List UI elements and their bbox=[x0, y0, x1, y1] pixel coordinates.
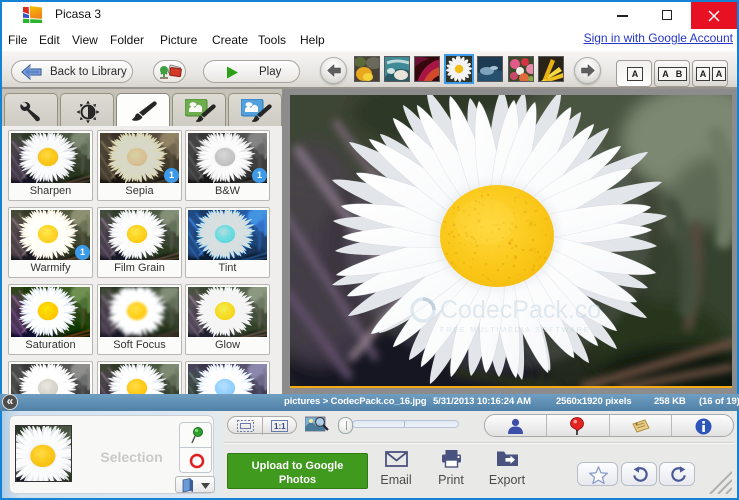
svg-text:1:1: 1:1 bbox=[274, 422, 286, 431]
svg-text:CodecPack.co: CodecPack.co bbox=[440, 296, 601, 324]
svg-text:FREE MULTIMEDIA SOFTWARE: FREE MULTIMEDIA SOFTWARE bbox=[440, 325, 590, 334]
